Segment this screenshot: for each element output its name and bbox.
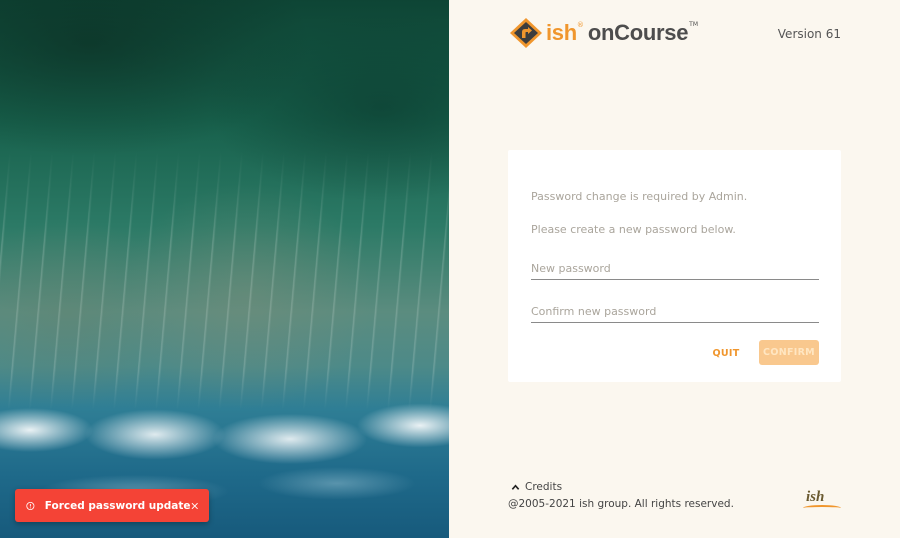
confirm-password-field: [531, 300, 819, 323]
ish-logo-icon: [510, 18, 542, 48]
confirm-button[interactable]: CONFIRM: [759, 340, 819, 365]
snackbar-message: Forced password update: [44, 499, 191, 512]
wave-streaks: [0, 150, 449, 410]
brand-product-text: onCourse: [587, 20, 689, 45]
copyright-text: @2005-2021 ish group. All rights reserve…: [508, 498, 734, 510]
error-snackbar: Forced password update: [15, 489, 209, 522]
password-change-card: Password change is required by Admin. Pl…: [508, 150, 841, 382]
brand-trademark: TM: [689, 20, 699, 28]
brand-registered-mark: ®: [576, 21, 584, 29]
alert-circle-icon: [26, 501, 35, 510]
background-photo: [0, 0, 449, 538]
credits-label: Credits: [525, 481, 563, 493]
confirm-password-input[interactable]: [531, 300, 819, 323]
ish-footer-logo-text: ish: [806, 489, 825, 505]
instruction-message: Please create a new password below.: [531, 223, 736, 236]
brand-logo: ish ® onCourse TM: [509, 17, 698, 49]
admin-requirement-message: Password change is required by Admin.: [531, 190, 748, 203]
new-password-input[interactable]: [531, 257, 819, 280]
ish-footer-logo-swoosh: [803, 505, 841, 511]
brand-ish-text: ish: [546, 20, 577, 45]
quit-button[interactable]: QUIT: [706, 342, 746, 364]
chevron-up-icon: [511, 483, 520, 490]
close-icon[interactable]: [191, 500, 199, 512]
ish-footer-logo: ish: [803, 489, 843, 513]
new-password-field: [531, 257, 819, 280]
credits-toggle[interactable]: Credits: [511, 481, 562, 493]
version-label: Version 61: [777, 27, 841, 41]
